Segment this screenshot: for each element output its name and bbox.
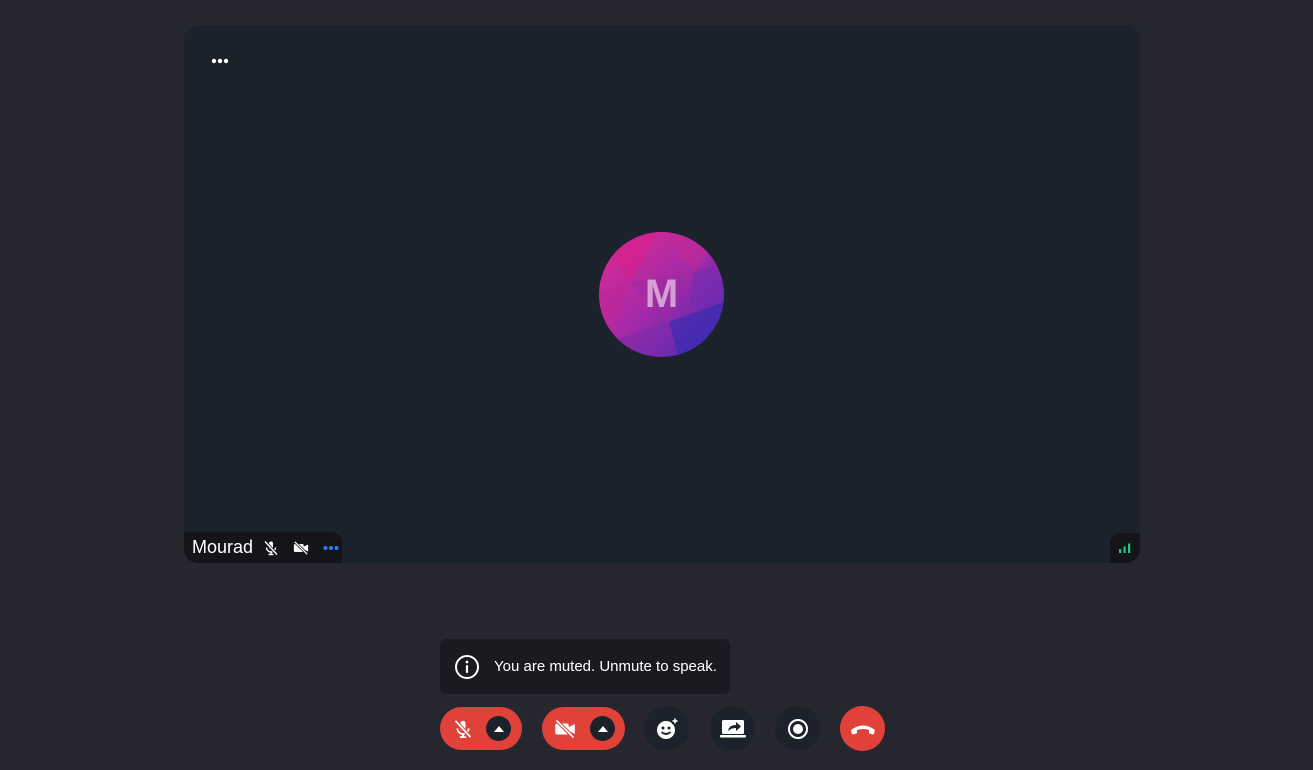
video-off-icon bbox=[293, 540, 309, 556]
emoji-add-icon bbox=[656, 717, 678, 739]
video-off-icon bbox=[555, 718, 575, 739]
info-icon bbox=[455, 654, 479, 679]
hang-up-icon bbox=[850, 725, 875, 734]
connection-indicator[interactable] bbox=[1110, 533, 1140, 563]
leave-call-button[interactable] bbox=[840, 706, 885, 751]
reactions-button[interactable] bbox=[644, 706, 689, 751]
muted-notification: You are muted. Unmute to speak. bbox=[440, 639, 730, 694]
camera-options-button[interactable] bbox=[590, 716, 615, 741]
mic-off-icon bbox=[263, 539, 279, 556]
toggle-camera-button[interactable] bbox=[545, 707, 585, 750]
microphone-options-button[interactable] bbox=[486, 716, 511, 741]
share-screen-button[interactable] bbox=[710, 706, 755, 751]
signal-bars-icon bbox=[1119, 543, 1131, 553]
camera-control bbox=[542, 707, 625, 750]
notification-message: You are muted. Unmute to speak. bbox=[494, 658, 717, 675]
mic-off-icon bbox=[454, 719, 472, 738]
caret-up-icon bbox=[597, 725, 608, 732]
more-horizontal-icon bbox=[211, 58, 229, 64]
participant-more-icon[interactable] bbox=[323, 540, 339, 556]
toggle-microphone-button[interactable] bbox=[443, 707, 483, 750]
caret-up-icon bbox=[493, 725, 504, 732]
participant-avatar: M bbox=[599, 232, 724, 357]
record-icon bbox=[787, 718, 808, 739]
microphone-control bbox=[440, 707, 522, 750]
avatar-initial: M bbox=[644, 272, 679, 316]
record-button[interactable] bbox=[775, 706, 820, 751]
tile-options-button[interactable] bbox=[205, 50, 235, 72]
participant-name-bar: Mourad bbox=[184, 532, 342, 563]
share-screen-icon bbox=[719, 719, 746, 737]
participant-name: Mourad bbox=[192, 537, 254, 557]
